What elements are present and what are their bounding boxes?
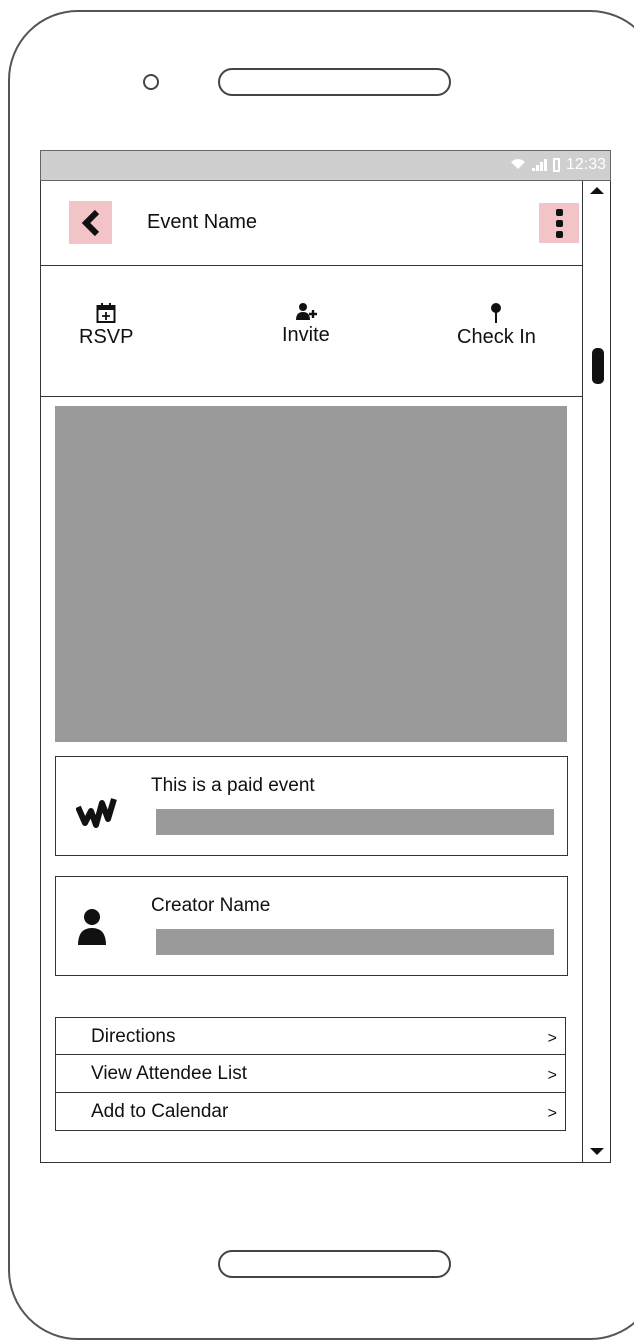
chevron-right-icon: >: [547, 1105, 557, 1122]
speaker-slot: [218, 68, 451, 96]
add-to-calendar-row[interactable]: Add to Calendar >: [55, 1093, 566, 1131]
rsvp-label: RSVP: [79, 326, 134, 348]
invite-button[interactable]: Invite: [282, 302, 330, 347]
wifi-icon: [510, 157, 526, 173]
creator-detail-placeholder: [156, 929, 554, 955]
creator-card[interactable]: Creator Name: [55, 876, 568, 976]
directions-row[interactable]: Directions >: [55, 1017, 566, 1055]
paid-event-title: This is a paid event: [151, 775, 315, 796]
event-image-placeholder: [55, 406, 567, 742]
chevron-right-icon: >: [547, 1030, 557, 1047]
home-button[interactable]: [218, 1250, 451, 1278]
dot: [555, 219, 563, 227]
app-header: Event Name: [41, 181, 582, 266]
calendar-plus-icon: [96, 303, 116, 323]
app-screen: Event Name RSVP Invite Check In This is …: [40, 181, 611, 1163]
signal-icon: [531, 159, 547, 171]
pin-icon: [491, 303, 502, 323]
check-in-button[interactable]: Check In: [457, 302, 536, 349]
creator-name: Creator Name: [151, 895, 271, 916]
status-bar: 12:33: [40, 150, 611, 181]
view-attendee-list-label: View Attendee List: [91, 1063, 247, 1084]
status-time: 12:33: [565, 156, 606, 173]
scroll-up-arrow-icon[interactable]: [590, 187, 604, 194]
directions-label: Directions: [91, 1026, 176, 1047]
back-button[interactable]: [69, 201, 112, 244]
chevron-right-icon: >: [547, 1067, 557, 1084]
action-bar: RSVP Invite Check In: [41, 266, 582, 397]
scroll-down-arrow-icon[interactable]: [590, 1148, 604, 1155]
dot: [555, 230, 563, 238]
scroll-thumb[interactable]: [592, 348, 604, 384]
paid-event-card[interactable]: This is a paid event: [55, 756, 568, 856]
invite-label: Invite: [282, 324, 330, 346]
scrollbar[interactable]: [582, 181, 611, 1163]
link-list: Directions > View Attendee List > Add to…: [55, 1017, 566, 1131]
money-logo-icon: [75, 793, 118, 836]
camera-icon: [143, 74, 159, 90]
add-to-calendar-label: Add to Calendar: [91, 1101, 229, 1122]
back-arrow-icon: [81, 209, 99, 236]
battery-icon: [552, 158, 560, 172]
dot: [555, 208, 563, 216]
check-in-label: Check In: [457, 326, 536, 348]
user-icon: [76, 907, 108, 952]
paid-event-detail-placeholder: [156, 809, 554, 835]
view-attendee-list-row[interactable]: View Attendee List >: [55, 1055, 566, 1093]
page-title: Event Name: [147, 211, 258, 233]
rsvp-button[interactable]: RSVP: [79, 302, 133, 349]
add-user-icon: [295, 303, 317, 320]
overflow-menu-button[interactable]: [539, 203, 579, 243]
